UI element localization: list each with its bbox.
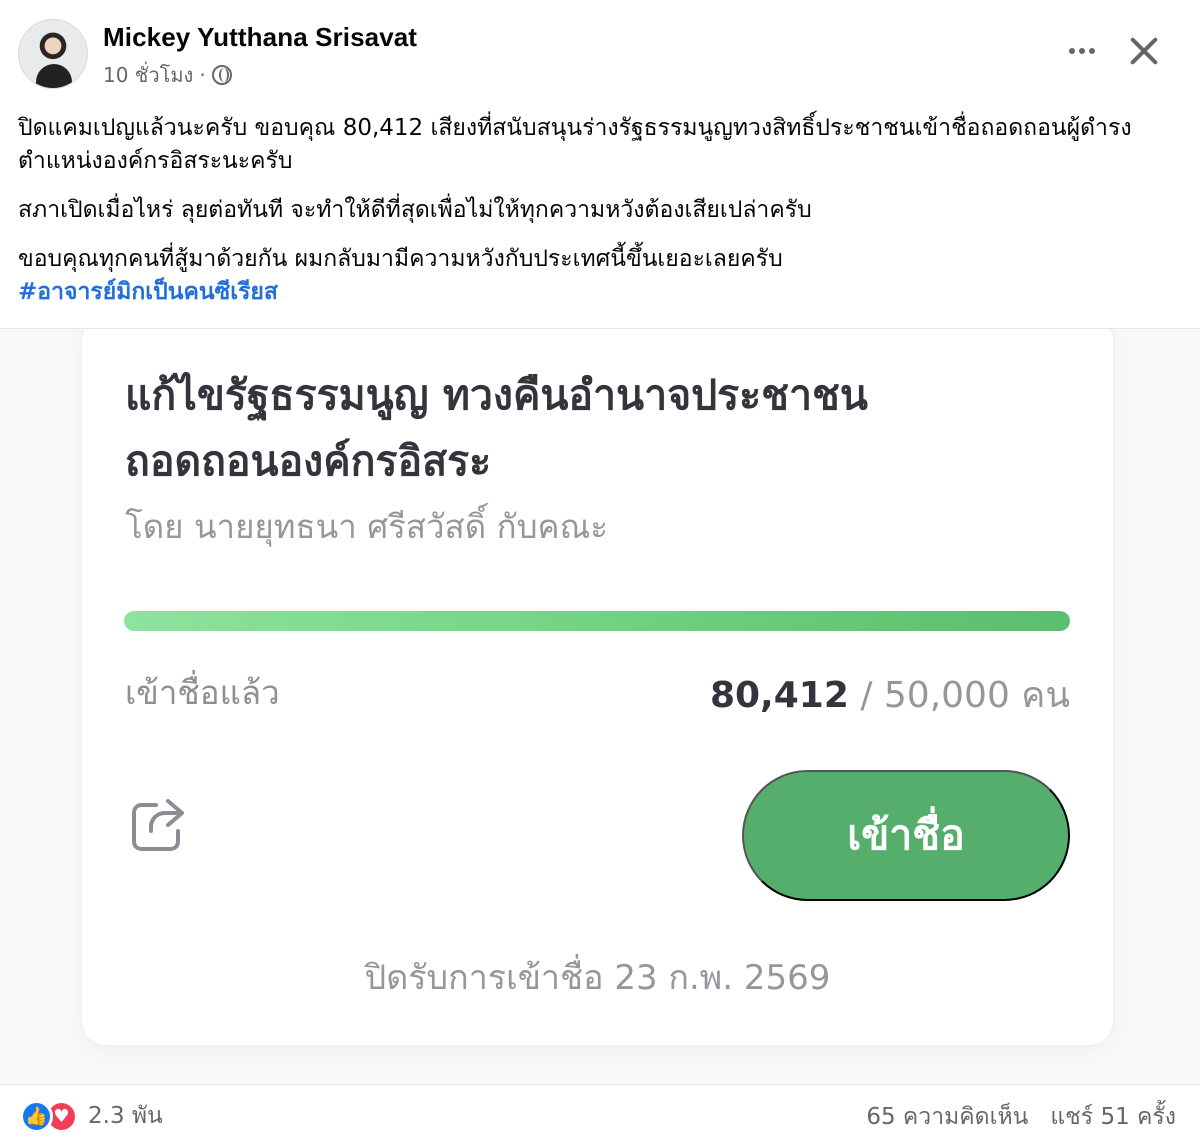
author-name[interactable]: Mickey Yutthana Srisavat	[103, 22, 417, 53]
post-paragraph-2: สภาเปิดเมื่อไหร่ ลุยต่อทันที จะทำให้ดีที…	[18, 197, 812, 223]
reaction-summary[interactable]: 👍 ♥ 2.3 พัน	[20, 1098, 163, 1134]
share-icon[interactable]	[126, 791, 190, 855]
campaign-title: แก้ไขรัฐธรรมนูญ ทวงคืนอำนาจประชาชน ถอดถอ…	[125, 362, 1055, 494]
meta-separator: ·	[199, 63, 206, 87]
share-count[interactable]: แชร์ 51 ครั้ง	[1050, 1099, 1176, 1135]
like-icon: 👍	[20, 1099, 53, 1133]
campaign-card[interactable]: แก้ไขรัฐธรรมนูญ ทวงคืนอำนาจประชาชน ถอดถอ…	[82, 329, 1113, 1045]
post-paragraph-3: ขอบคุณทุกคนที่สู้มาด้วยกัน ผมกลับมามีควา…	[18, 246, 783, 272]
close-icon[interactable]	[1126, 33, 1162, 69]
more-options-icon[interactable]	[1064, 38, 1100, 64]
campaign-subtitle: โดย นายยุทธนา ศรีสวัสดิ์ กับคณะ	[125, 507, 608, 546]
signature-progress-label: เข้าชื่อแล้ว	[125, 673, 280, 712]
signature-progress-fill	[124, 611, 1070, 631]
post-time[interactable]: 10 ชั่วโมง	[103, 59, 193, 91]
post-footer: 👍 ♥ 2.3 พัน 65 ความคิดเห็น แชร์ 51 ครั้ง	[0, 1085, 1200, 1145]
campaign-title-line-2: ถอดถอนองค์กรอิสระ	[125, 437, 492, 485]
engagement-counts: 65 ความคิดเห็น แชร์ 51 ครั้ง	[866, 1099, 1176, 1135]
campaign-title-line-1: แก้ไขรัฐธรรมนูญ ทวงคืนอำนาจประชาชน	[125, 371, 868, 419]
post-hashtag[interactable]: #อาจารย์มิกเป็นคนซีเรียส	[18, 276, 1183, 309]
sign-petition-button[interactable]: เข้าชื่อ	[742, 770, 1070, 901]
post-paragraph-1: ปิดแคมเปญแล้วนะครับ ขอบคุณ 80,412 เสียงท…	[18, 115, 1132, 174]
public-globe-icon[interactable]	[211, 65, 232, 85]
reaction-count: 2.3 พัน	[88, 1103, 163, 1129]
signed-count: 80,412	[709, 675, 849, 716]
target-count: / 50,000 คน	[860, 675, 1070, 716]
post-media[interactable]: แก้ไขรัฐธรรมนูญ ทวงคืนอำนาจประชาชน ถอดถอ…	[0, 329, 1200, 1084]
signature-progress-bar	[124, 611, 1070, 631]
campaign-closing-date: ปิดรับการเข้าชื่อ 23 ก.พ. 2569	[364, 958, 831, 998]
comment-count[interactable]: 65 ความคิดเห็น	[866, 1099, 1028, 1135]
post-header: Mickey Yutthana Srisavat 10 ชั่วโมง ·	[0, 0, 1200, 100]
post-body: ปิดแคมเปญแล้วนะครับ ขอบคุณ 80,412 เสียงท…	[18, 112, 1183, 309]
author-avatar[interactable]	[18, 19, 88, 89]
signature-count: 80,412 / 50,000 คน	[710, 666, 1070, 723]
post-meta: 10 ชั่วโมง ·	[103, 59, 232, 91]
